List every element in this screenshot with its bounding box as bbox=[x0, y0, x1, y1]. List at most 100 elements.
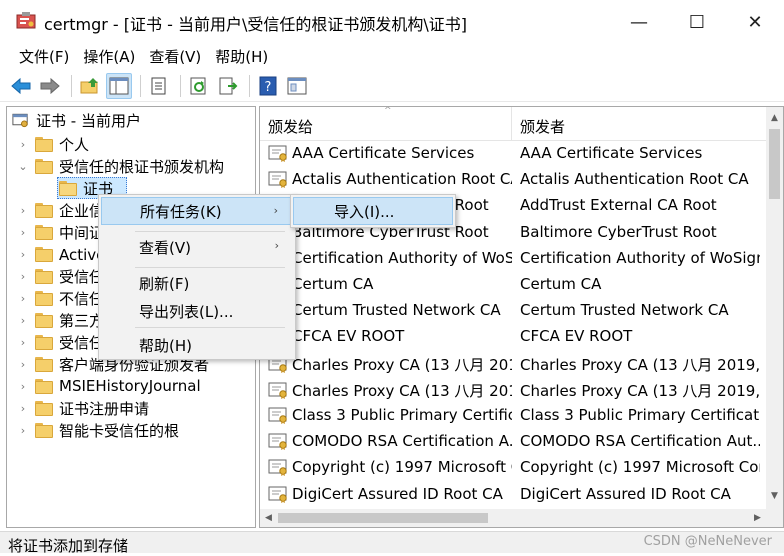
ctx-refresh[interactable]: 刷新(F) bbox=[101, 269, 293, 297]
help-icon[interactable]: ? bbox=[255, 73, 281, 99]
expand-right-icon[interactable]: › bbox=[17, 336, 29, 349]
table-row[interactable]: Certification Authority of WoSi... Certif… bbox=[260, 246, 766, 272]
issued-to-text: Charles Proxy CA (13 八月 201... bbox=[292, 381, 512, 400]
expand-right-icon[interactable]: › bbox=[17, 358, 29, 371]
vertical-scrollbar[interactable]: ▲ ▼ bbox=[766, 107, 783, 509]
table-row[interactable]: Class 3 Public Primary Certifica... Class… bbox=[260, 403, 766, 429]
copy-icon[interactable] bbox=[146, 73, 172, 99]
tree-item[interactable]: › 智能卡受信任的根 bbox=[21, 419, 180, 441]
show-hide-tree-icon[interactable] bbox=[106, 72, 132, 99]
close-button[interactable]: ✕ bbox=[726, 0, 784, 44]
table-row[interactable]: AAA Certificate Services AAA Certificate … bbox=[260, 141, 766, 167]
cell-issued-by: DigiCert Assured ID Root CA bbox=[520, 484, 731, 503]
certificate-list: 颁发给 ^ 颁发者 AAA Certificate Services AAA Ce… bbox=[259, 106, 784, 528]
table-row[interactable]: Certum CA Certum CA bbox=[260, 272, 766, 298]
column-divider[interactable] bbox=[511, 107, 512, 141]
tree-item[interactable]: › MSIEHistoryJournal bbox=[21, 375, 201, 397]
refresh-icon[interactable] bbox=[186, 73, 212, 99]
folder-icon bbox=[35, 356, 53, 372]
properties-icon[interactable] bbox=[284, 73, 310, 99]
scroll-up-icon[interactable]: ▲ bbox=[766, 109, 783, 126]
issued-to-text: Certum CA bbox=[292, 275, 374, 293]
issued-to-text: CFCA EV ROOT bbox=[292, 327, 405, 346]
horizontal-scroll-thumb[interactable] bbox=[278, 513, 488, 523]
menu-help[interactable]: 帮助(H) bbox=[208, 46, 275, 67]
expand-down-icon[interactable]: ⌄ bbox=[17, 160, 29, 173]
scroll-right-icon[interactable]: ▶ bbox=[749, 509, 766, 527]
tree-item-label: 智能卡受信任的根 bbox=[59, 421, 180, 440]
folder-icon bbox=[35, 224, 53, 240]
table-row[interactable]: Actalis Authentication Root CA Actalis Au… bbox=[260, 167, 766, 193]
forward-arrow-icon[interactable] bbox=[37, 73, 63, 99]
ctx-export-list[interactable]: 导出列表(L)... bbox=[101, 297, 293, 325]
certificate-icon bbox=[268, 458, 289, 477]
table-row[interactable]: Copyright (c) 1997 Microsoft C... Copyrig… bbox=[260, 455, 766, 481]
expand-right-icon[interactable]: › bbox=[17, 292, 29, 305]
ctx-separator bbox=[135, 231, 285, 232]
folder-icon bbox=[35, 312, 53, 328]
scrollbar-corner bbox=[766, 509, 783, 527]
cell-issued-to: Charles Proxy CA (13 八月 201... bbox=[268, 380, 512, 401]
toolbar-separator bbox=[180, 74, 181, 97]
expand-right-icon[interactable]: › bbox=[17, 248, 29, 261]
column-issued-by[interactable]: 颁发者 bbox=[520, 116, 565, 137]
tree-item[interactable]: › 证书注册申请 bbox=[21, 397, 149, 419]
cell-issued-by: Charles Proxy CA (13 八月 2019, ... bbox=[520, 355, 760, 374]
expand-right-icon[interactable]: › bbox=[17, 314, 29, 327]
table-row[interactable]: COMODO RSA Certification A... COMODO RSA … bbox=[260, 429, 766, 455]
submenu-import[interactable]: 导入(I)... bbox=[293, 197, 453, 225]
table-row[interactable]: DigiCert Assured ID Root CA DigiCert Assu… bbox=[260, 482, 766, 508]
folder-icon bbox=[35, 136, 53, 152]
ctx-help-label: 帮助(H) bbox=[139, 336, 192, 355]
expand-right-icon[interactable]: › bbox=[17, 380, 29, 393]
horizontal-scrollbar[interactable]: ◀ ▶ bbox=[260, 509, 766, 527]
certificate-icon bbox=[268, 170, 289, 189]
table-row[interactable]: CFCA EV ROOT CFCA EV ROOT bbox=[260, 324, 766, 350]
cell-issued-to: AAA Certificate Services bbox=[268, 144, 512, 162]
up-folder-icon[interactable] bbox=[77, 73, 103, 99]
issued-to-text: Class 3 Public Primary Certifica... bbox=[292, 406, 512, 424]
back-arrow-icon[interactable] bbox=[8, 73, 34, 99]
tree-item[interactable]: ⌄ 受信任的根证书颁发机构 bbox=[18, 155, 224, 177]
issued-to-text: AAA Certificate Services bbox=[292, 144, 475, 162]
watermark: CSDN @NeNeNever bbox=[643, 534, 772, 549]
ctx-view-label: 查看(V) bbox=[139, 238, 191, 257]
vertical-scroll-thumb[interactable] bbox=[769, 129, 780, 199]
export-list-icon[interactable] bbox=[215, 73, 241, 99]
context-menu: 所有任务(K) › 查看(V) › 刷新(F) 导出列表(L)... 帮助(H) bbox=[98, 194, 296, 360]
expand-right-icon[interactable]: › bbox=[17, 270, 29, 283]
folder-icon bbox=[35, 158, 53, 174]
maximize-button[interactable]: ☐ bbox=[668, 0, 726, 44]
table-row[interactable]: Charles Proxy CA (13 八月 201... Charles Pr… bbox=[260, 351, 766, 377]
cell-issued-to: Copyright (c) 1997 Microsoft C... bbox=[268, 458, 512, 477]
ctx-all-tasks[interactable]: 所有任务(K) › bbox=[101, 197, 293, 225]
scroll-left-icon[interactable]: ◀ bbox=[260, 509, 277, 527]
cell-issued-to: Certification Authority of WoSi... bbox=[268, 249, 512, 267]
expand-right-icon[interactable]: › bbox=[17, 138, 29, 151]
cell-issued-by: AAA Certificate Services bbox=[520, 144, 703, 162]
menu-view[interactable]: 查看(V) bbox=[142, 46, 208, 67]
expand-right-icon[interactable]: › bbox=[17, 204, 29, 217]
table-row[interactable]: Certum Trusted Network CA Certum Trusted … bbox=[260, 298, 766, 324]
table-row[interactable]: Charles Proxy CA (13 八月 201... Charles Pr… bbox=[260, 377, 766, 403]
expand-right-icon[interactable]: › bbox=[17, 424, 29, 437]
issued-to-text: Copyright (c) 1997 Microsoft C... bbox=[292, 458, 512, 477]
cell-issued-by: Certum Trusted Network CA bbox=[520, 301, 729, 320]
scroll-down-icon[interactable]: ▼ bbox=[766, 487, 783, 504]
tree-item[interactable]: › 个人 bbox=[21, 133, 89, 155]
menu-file[interactable]: 文件(F) bbox=[12, 46, 76, 67]
all-tasks-submenu: 导入(I)... bbox=[290, 194, 456, 228]
tree-root[interactable]: 证书 - 当前用户 bbox=[11, 109, 141, 131]
ctx-separator bbox=[135, 267, 285, 268]
expand-right-icon[interactable]: › bbox=[17, 402, 29, 415]
ctx-help[interactable]: 帮助(H) bbox=[101, 331, 293, 359]
minimize-button[interactable]: — bbox=[610, 0, 668, 44]
cell-issued-to: Class 3 Public Primary Certifica... bbox=[268, 406, 512, 424]
cell-issued-by: AddTrust External CA Root bbox=[520, 196, 717, 215]
ctx-view[interactable]: 查看(V) › bbox=[101, 233, 293, 261]
menu-action[interactable]: 操作(A) bbox=[76, 46, 142, 67]
expand-right-icon[interactable]: › bbox=[17, 226, 29, 239]
svg-text:?: ? bbox=[265, 80, 272, 95]
cell-issued-to: Charles Proxy CA (13 八月 201... bbox=[268, 354, 512, 375]
column-issued-to[interactable]: 颁发给 bbox=[268, 116, 313, 137]
